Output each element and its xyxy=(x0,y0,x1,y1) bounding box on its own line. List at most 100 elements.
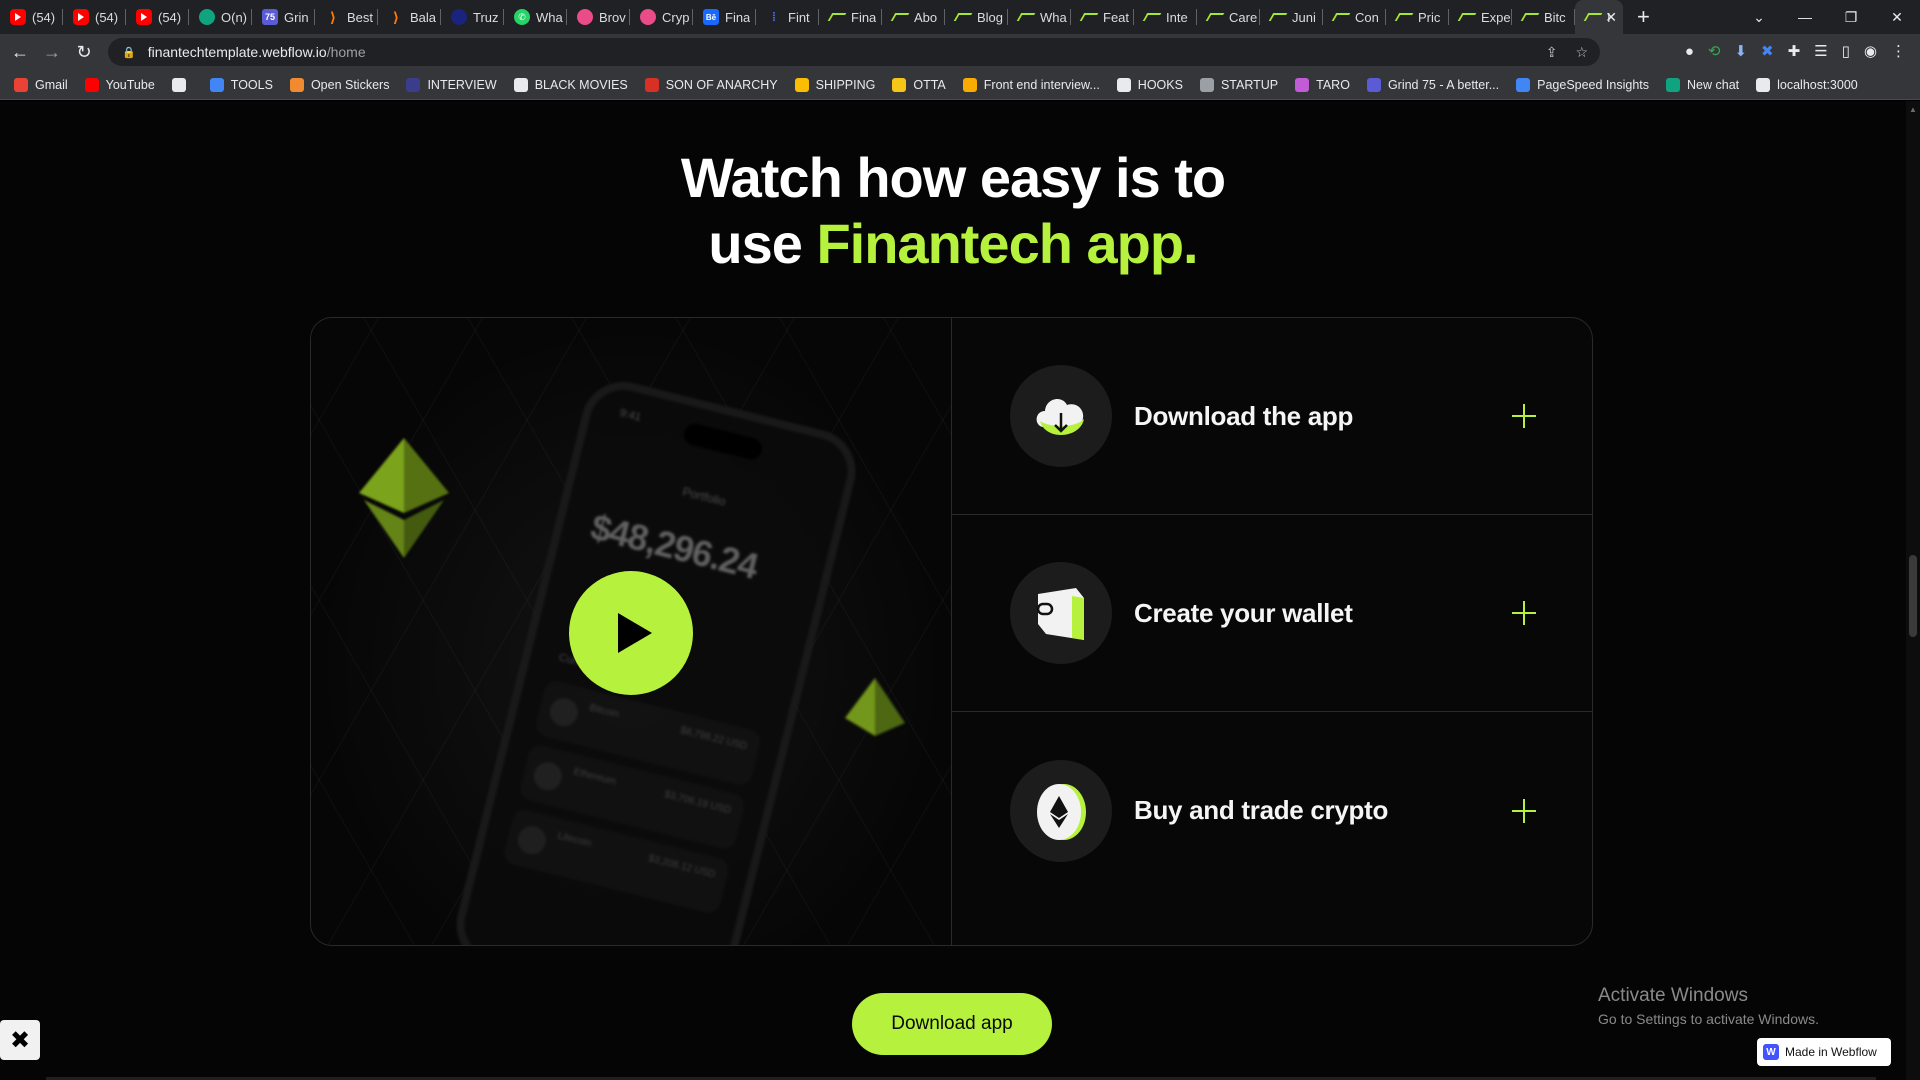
asset-name: Bitcoin xyxy=(588,702,621,721)
ethereum-gem-icon xyxy=(359,438,449,558)
browser-tab[interactable]: I ✕ xyxy=(1575,0,1623,34)
tab-title: Fina xyxy=(851,9,877,25)
bookmark-item[interactable]: Gmail xyxy=(14,77,68,92)
back-icon[interactable]: ← xyxy=(4,42,36,63)
download-icon[interactable]: ⬇ xyxy=(1734,42,1747,60)
browser-tab[interactable]: Cryp xyxy=(630,0,693,34)
section-headline: Watch how easy is to use Finantech app. xyxy=(0,145,1906,277)
play-button[interactable] xyxy=(569,571,693,695)
bookmark-item[interactable]: INTERVIEW xyxy=(406,77,497,92)
browser-tab[interactable]: Wha xyxy=(1008,0,1071,34)
bookmark-item[interactable]: Open Stickers xyxy=(289,77,389,92)
extension-icon[interactable]: ⟲ xyxy=(1708,42,1721,60)
page-scrollbar[interactable]: ▲ xyxy=(1906,101,1920,1080)
bookmark-item[interactable]: YouTube xyxy=(84,77,155,92)
download-app-button[interactable]: Download app xyxy=(852,993,1052,1055)
expand-plus-icon[interactable] xyxy=(1512,601,1536,625)
step-create-wallet[interactable]: Create your wallet xyxy=(952,515,1592,712)
bookmark-item[interactable]: STARTUP xyxy=(1199,77,1279,92)
browser-tab[interactable]: Pric xyxy=(1386,0,1449,34)
bookmark-item[interactable]: Grind 75 - A better... xyxy=(1366,77,1500,92)
bookmark-item[interactable]: TARO xyxy=(1295,77,1350,92)
bookmark-label: Grind 75 - A better... xyxy=(1387,77,1500,92)
browser-tab[interactable]: Con xyxy=(1323,0,1386,34)
scroll-up-icon[interactable]: ▲ xyxy=(1909,105,1917,114)
browser-tab[interactable]: Brov xyxy=(567,0,630,34)
browser-tab[interactable]: (54) xyxy=(126,0,189,34)
close-window-icon[interactable]: ✕ xyxy=(1874,9,1920,26)
browser-tab[interactable]: Bitc xyxy=(1512,0,1575,34)
bookmark-item[interactable]: PageSpeed Insights xyxy=(1516,77,1649,92)
new-tab-button[interactable]: + xyxy=(1637,4,1650,30)
bookmark-favicon-icon xyxy=(794,77,809,92)
bookmark-item[interactable]: Front end interview... xyxy=(962,77,1100,92)
address-bar[interactable]: 🔒 finantechtemplate.webflow.io /home ⇪ ☆ xyxy=(108,38,1600,66)
share-icon[interactable]: ⇪ xyxy=(1546,44,1558,61)
bookmark-item[interactable]: SHIPPING xyxy=(794,77,876,92)
menu-icon[interactable]: ⋮ xyxy=(1891,42,1906,60)
browser-tab[interactable]: Bē Fina xyxy=(693,0,756,34)
tab-title: Blog xyxy=(977,9,1004,25)
browser-tab[interactable]: Juni xyxy=(1260,0,1323,34)
browser-tab[interactable]: O(n) xyxy=(189,0,252,34)
bookmark-item[interactable]: TOOLS xyxy=(209,77,273,92)
puzzle-icon[interactable]: ✚ xyxy=(1788,42,1801,60)
expand-plus-icon[interactable] xyxy=(1512,798,1536,823)
browser-tab[interactable]: ⟩ Bala xyxy=(378,0,441,34)
browser-tab[interactable]: (54) xyxy=(63,0,126,34)
video-thumbnail[interactable]: 9:41 Portfolio $48,296.24 Current assets… xyxy=(311,318,952,945)
reload-icon[interactable]: ↻ xyxy=(68,42,100,63)
made-in-webflow-badge[interactable]: W Made in Webflow xyxy=(1757,1038,1891,1066)
browser-tab[interactable]: Inte xyxy=(1134,0,1197,34)
bookmark-item[interactable]: BLACK MOVIES xyxy=(513,77,628,92)
browser-tab[interactable]: Blog xyxy=(945,0,1008,34)
expand-plus-icon[interactable] xyxy=(1512,404,1536,428)
browser-tab[interactable]: Fina xyxy=(819,0,882,34)
browser-tab[interactable]: ✆ Wha xyxy=(504,0,567,34)
step-download-app[interactable]: Download the app xyxy=(952,318,1592,515)
browser-tab[interactable]: ⟩ Best xyxy=(315,0,378,34)
forward-icon[interactable]: → xyxy=(36,42,68,63)
bookmark-item[interactable]: SON OF ANARCHY xyxy=(644,77,778,92)
browser-tab[interactable]: Feat xyxy=(1071,0,1134,34)
finantech-icon xyxy=(892,9,908,25)
activate-windows-title: Activate Windows xyxy=(1598,985,1748,1006)
browser-tab[interactable]: Expe xyxy=(1449,0,1512,34)
profile-avatar[interactable]: ◉ xyxy=(1864,42,1877,60)
grind75-icon: 75 xyxy=(262,9,278,25)
lock-icon[interactable]: 🔒 xyxy=(122,46,136,59)
bookmark-item[interactable] xyxy=(171,77,193,92)
reading-list-icon[interactable]: ☰ xyxy=(1814,42,1827,60)
bookmark-item[interactable]: New chat xyxy=(1666,77,1739,92)
bookmark-label: STARTUP xyxy=(1220,77,1279,92)
browser-tab[interactable]: Truz xyxy=(441,0,504,34)
tab-title: Expe xyxy=(1481,9,1511,25)
extension-icon[interactable]: ✖ xyxy=(1761,42,1774,60)
restore-icon[interactable]: ❐ xyxy=(1828,9,1874,26)
close-overlay-button[interactable]: ✖ xyxy=(0,1020,40,1060)
activate-windows-watermark: Activate Windows Go to Settings to activ… xyxy=(1598,985,1819,1027)
extension-icon[interactable]: ● xyxy=(1685,43,1694,60)
browser-tab[interactable]: ⁞ Fint xyxy=(756,0,819,34)
webflow-badge-label: Made in Webflow xyxy=(1785,1045,1877,1059)
scrollbar-thumb[interactable] xyxy=(1909,555,1917,637)
bookmark-item[interactable]: OTTA xyxy=(892,77,946,92)
bookmark-label: SHIPPING xyxy=(815,77,876,92)
side-panel-icon[interactable]: ▯ xyxy=(1842,42,1850,60)
bookmark-item[interactable]: localhost:3000 xyxy=(1756,77,1858,92)
browser-tab[interactable]: (54) xyxy=(0,0,63,34)
browser-tab[interactable]: Care xyxy=(1197,0,1260,34)
minimize-icon[interactable]: — xyxy=(1782,9,1828,25)
step-buy-trade-crypto[interactable]: Buy and trade crypto xyxy=(952,712,1592,909)
tab-close-icon[interactable]: ✕ xyxy=(1605,9,1617,26)
tab-search-icon[interactable]: ⌄ xyxy=(1736,9,1782,26)
browser-tab[interactable]: 75 Grin xyxy=(252,0,315,34)
bookmark-star-icon[interactable]: ☆ xyxy=(1575,44,1588,61)
asset-name: Litecoin xyxy=(556,830,593,850)
url-host: finantechtemplate.webflow.io xyxy=(147,44,327,60)
step-label: Create your wallet xyxy=(1134,597,1353,628)
bookmark-label: SON OF ANARCHY xyxy=(665,77,778,92)
bookmark-item[interactable]: HOOKS xyxy=(1116,77,1183,92)
finantech-icon xyxy=(1207,9,1223,25)
browser-tab[interactable]: Abo xyxy=(882,0,945,34)
